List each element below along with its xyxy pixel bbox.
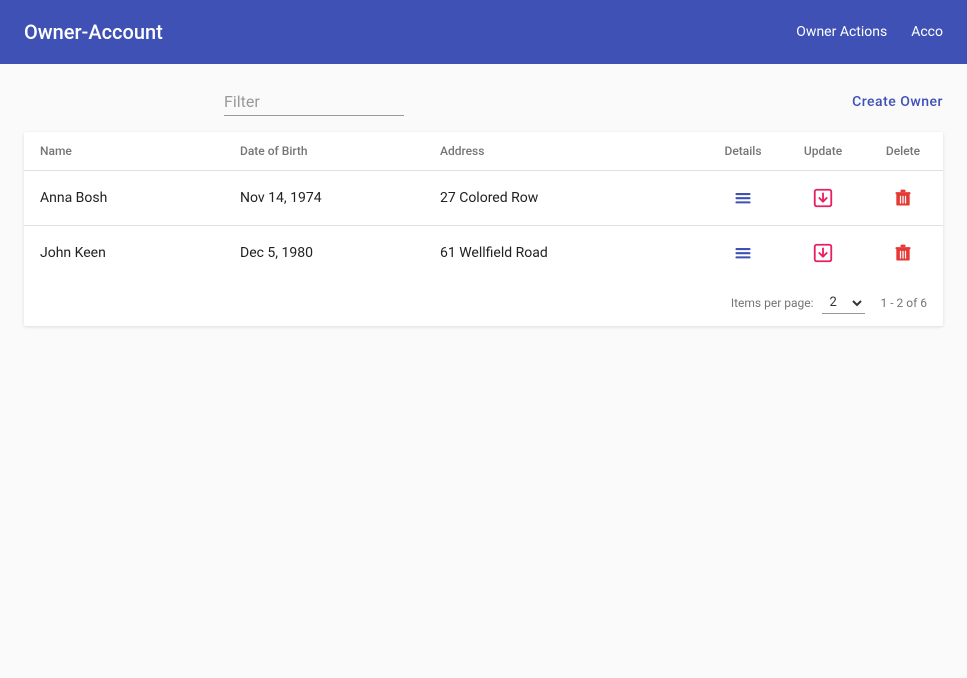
col-header-dob: Date of Birth <box>224 132 424 171</box>
cell-details <box>703 171 783 226</box>
table-header-row: Name Date of Birth Address Details Updat… <box>24 132 943 171</box>
cell-name: John Keen <box>24 226 224 281</box>
cell-name: Anna Bosh <box>24 171 224 226</box>
cell-address: 61 Wellfield Road <box>424 226 703 281</box>
filter-wrapper <box>224 88 404 116</box>
update-button[interactable] <box>808 238 838 268</box>
filter-input[interactable] <box>224 88 404 116</box>
cell-address: 27 Colored Row <box>424 171 703 226</box>
col-header-name: Name <box>24 132 224 171</box>
pagination-range: 1 - 2 of 6 <box>881 296 927 310</box>
toolbar: Create Owner <box>24 80 943 132</box>
cell-delete <box>863 226 943 281</box>
details-button[interactable] <box>729 184 757 212</box>
cell-delete <box>863 171 943 226</box>
account-menu[interactable]: Acco <box>911 24 943 40</box>
owner-actions-menu[interactable]: Owner Actions <box>796 24 887 40</box>
owners-table-container: Name Date of Birth Address Details Updat… <box>24 132 943 326</box>
items-per-page-label: Items per page: <box>731 296 814 310</box>
items-per-page-wrapper: Items per page: 2 5 10 25 <box>731 292 865 314</box>
cell-update <box>783 226 863 281</box>
app-title: Owner-Account <box>24 20 163 44</box>
details-button[interactable] <box>729 239 757 267</box>
create-owner-button[interactable]: Create Owner <box>852 94 943 110</box>
main-content: Create Owner Name Date of Birth Address … <box>0 64 967 678</box>
update-button[interactable] <box>808 183 838 213</box>
header-actions: Owner Actions Acco <box>796 24 943 40</box>
pagination: Items per page: 2 5 10 25 1 - 2 of 6 <box>24 280 943 326</box>
cell-dob: Nov 14, 1974 <box>224 171 424 226</box>
col-header-delete: Delete <box>863 132 943 171</box>
app-header: Owner-Account Owner Actions Acco <box>0 0 967 64</box>
cell-dob: Dec 5, 1980 <box>224 226 424 281</box>
cell-update <box>783 171 863 226</box>
col-header-update: Update <box>783 132 863 171</box>
delete-button[interactable] <box>889 184 917 212</box>
table-row: John Keen Dec 5, 1980 61 Wellfield Road <box>24 226 943 281</box>
cell-details <box>703 226 783 281</box>
table-row: Anna Bosh Nov 14, 1974 27 Colored Row <box>24 171 943 226</box>
col-header-details: Details <box>703 132 783 171</box>
owners-table: Name Date of Birth Address Details Updat… <box>24 132 943 280</box>
col-header-address: Address <box>424 132 703 171</box>
delete-button[interactable] <box>889 239 917 267</box>
per-page-select[interactable]: 2 5 10 25 <box>822 292 865 314</box>
